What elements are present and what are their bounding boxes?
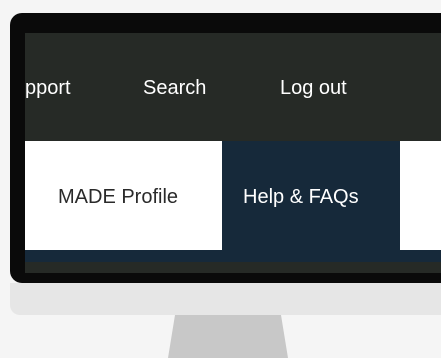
- monitor-stand-neck: [168, 315, 288, 358]
- monitor-stand: [168, 315, 288, 358]
